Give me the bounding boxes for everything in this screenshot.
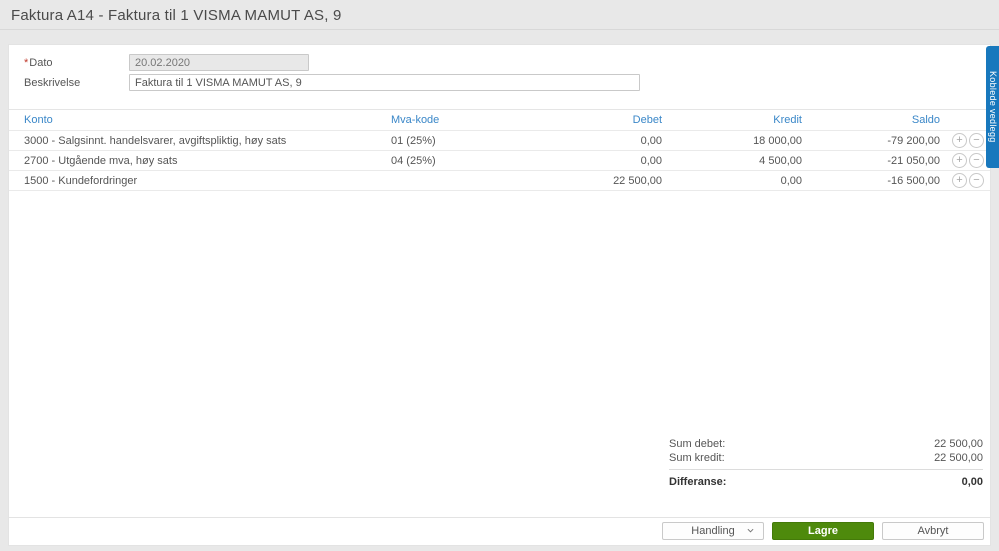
totals-divider: [669, 469, 983, 470]
cell-actions: + −: [940, 173, 990, 188]
cell-saldo: -16 500,00: [887, 174, 940, 187]
table-row[interactable]: 1500 - Kundefordringer 22 500,00 0,00 -1…: [9, 171, 990, 191]
sum-debet-value: 22 500,00: [934, 438, 983, 450]
remove-row-icon[interactable]: −: [969, 133, 984, 148]
totals-section: Sum debet: 22 500,00 Sum kredit: 22 500,…: [669, 437, 983, 489]
handling-button[interactable]: Handling: [662, 522, 764, 540]
lagre-button[interactable]: Lagre: [772, 522, 874, 540]
column-header-saldo[interactable]: Saldo: [802, 114, 940, 126]
cell-konto: 2700 - Utgående mva, høy sats: [24, 154, 178, 167]
column-header-konto[interactable]: Konto: [24, 114, 391, 126]
voucher-panel: *Dato Beskrivelse Konto Mva-kode Debet K…: [8, 44, 991, 546]
voucher-lines-table: Konto Mva-kode Debet Kredit Saldo 3000 -…: [9, 109, 990, 191]
column-header-debet[interactable]: Debet: [531, 114, 662, 126]
cell-saldo: -21 050,00: [887, 154, 940, 167]
table-row[interactable]: 3000 - Salgsinnt. handelsvarer, avgiftsp…: [9, 131, 990, 151]
dato-label: *Dato: [9, 57, 129, 69]
dato-input[interactable]: [129, 54, 309, 71]
cell-mva: 04 (25%): [391, 154, 436, 167]
cell-saldo: -79 200,00: [887, 134, 940, 147]
chevron-down-icon: [747, 527, 754, 534]
required-marker: *: [24, 56, 29, 69]
column-header-kredit[interactable]: Kredit: [662, 114, 802, 126]
cell-debet: 0,00: [640, 134, 662, 147]
cell-debet: 22 500,00: [613, 174, 662, 187]
table-header-row: Konto Mva-kode Debet Kredit Saldo: [9, 109, 990, 131]
add-row-icon[interactable]: +: [952, 133, 967, 148]
empty-area: [9, 191, 990, 437]
cell-actions: + −: [940, 153, 990, 168]
add-row-icon[interactable]: +: [952, 173, 967, 188]
sum-kredit-value: 22 500,00: [934, 452, 983, 464]
column-header-mva[interactable]: Mva-kode: [391, 114, 531, 126]
differanse-value: 0,00: [961, 476, 983, 488]
cell-kredit: 18 000,00: [753, 134, 802, 147]
page-title: Faktura A14 - Faktura til 1 VISMA MAMUT …: [11, 7, 342, 24]
avbryt-button[interactable]: Avbryt: [882, 522, 984, 540]
cell-debet: 0,00: [640, 154, 662, 167]
beskrivelse-label: Beskrivelse: [9, 77, 129, 89]
differanse-row: Differanse: 0,00: [669, 475, 983, 489]
cell-mva: 01 (25%): [391, 134, 436, 147]
remove-row-icon[interactable]: −: [969, 173, 984, 188]
beskrivelse-input[interactable]: [129, 74, 640, 91]
beskrivelse-row: Beskrivelse: [9, 73, 990, 92]
remove-row-icon[interactable]: −: [969, 153, 984, 168]
form-area: *Dato Beskrivelse: [9, 45, 990, 93]
table-row[interactable]: 2700 - Utgående mva, høy sats 04 (25%) 0…: [9, 151, 990, 171]
cell-actions: + −: [940, 133, 990, 148]
differanse-label: Differanse:: [669, 476, 727, 488]
sum-kredit-label: Sum kredit:: [669, 452, 725, 464]
dato-row: *Dato: [9, 53, 990, 72]
koblede-vedlegg-tab[interactable]: Koblede vedlegg: [986, 46, 999, 168]
sum-kredit-row: Sum kredit: 22 500,00: [669, 451, 983, 465]
dato-label-text: Dato: [29, 56, 53, 69]
sum-debet-label: Sum debet:: [669, 438, 726, 450]
action-bar: Handling Lagre Avbryt: [9, 517, 990, 545]
sum-debet-row: Sum debet: 22 500,00: [669, 437, 983, 451]
cell-konto: 1500 - Kundefordringer: [24, 174, 138, 187]
cell-konto: 3000 - Salgsinnt. handelsvarer, avgiftsp…: [24, 134, 287, 147]
page-header: Faktura A14 - Faktura til 1 VISMA MAMUT …: [0, 0, 999, 30]
cell-kredit: 0,00: [780, 174, 802, 187]
handling-button-label: Handling: [691, 525, 735, 537]
beskrivelse-label-text: Beskrivelse: [24, 76, 81, 89]
add-row-icon[interactable]: +: [952, 153, 967, 168]
cell-kredit: 4 500,00: [759, 154, 802, 167]
